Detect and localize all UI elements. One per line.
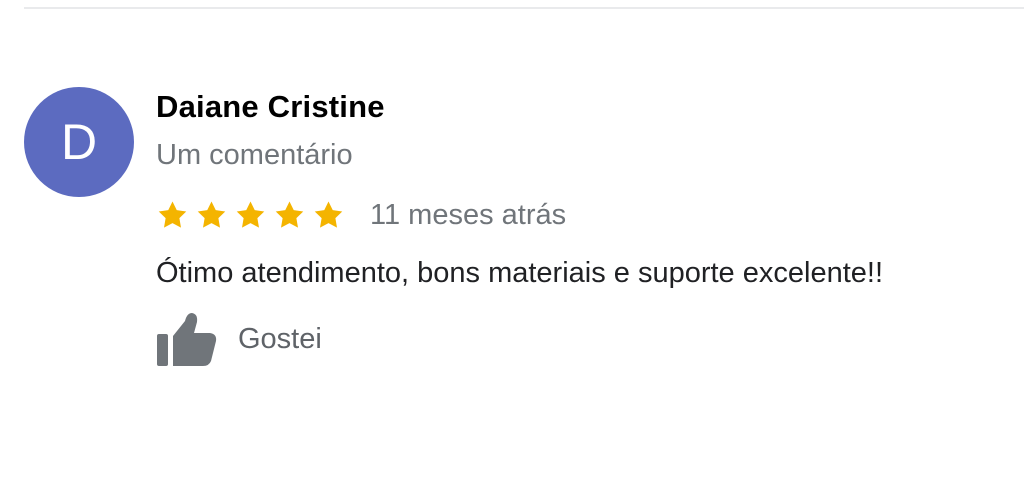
star-icon xyxy=(312,199,345,232)
reviewer-name[interactable]: Daiane Cristine xyxy=(156,88,976,126)
review-time: 11 meses atrás xyxy=(370,198,567,231)
star-icon xyxy=(273,199,306,232)
star-icon xyxy=(195,199,228,232)
thumbs-up-icon[interactable] xyxy=(156,309,218,369)
rating-row: 11 meses atrás xyxy=(156,195,976,235)
avatar-letter: D xyxy=(60,114,98,170)
like-label: Gostei xyxy=(238,322,322,355)
like-button[interactable]: Gostei xyxy=(156,309,976,369)
top-divider xyxy=(24,7,1024,9)
star-rating xyxy=(156,199,351,232)
star-icon xyxy=(156,199,189,232)
review-text: Ótimo atendimento, bons materiais e supo… xyxy=(156,257,883,289)
reviewer-review-count: Um comentário xyxy=(156,139,353,171)
avatar[interactable]: D xyxy=(24,87,134,197)
review-card: Daiane Cristine Um comentário 11 meses a… xyxy=(156,88,976,369)
star-icon xyxy=(234,199,267,232)
